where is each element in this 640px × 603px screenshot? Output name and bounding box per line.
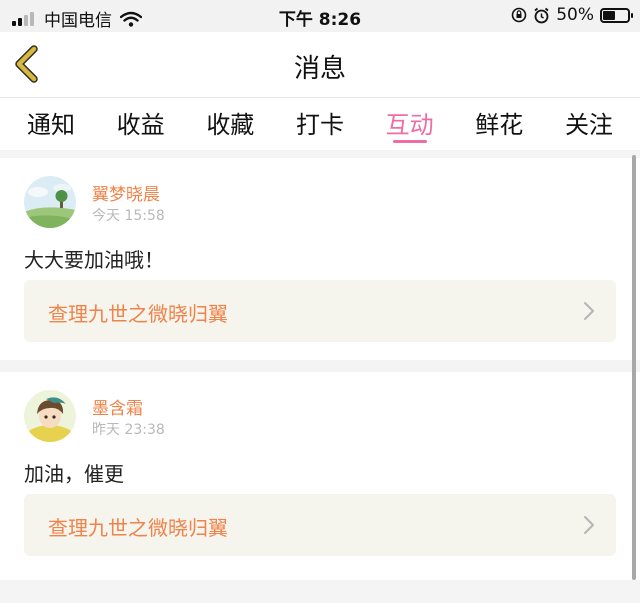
status-bar: 中国电信 下午 8:26 50% [0,0,640,32]
book-title: 查理九世之微晓归翼 [48,516,228,540]
tab-favorites[interactable]: 收藏 [195,98,265,150]
message-time: 今天 15:58 [92,208,165,224]
tab-flowers[interactable]: 鲜花 [464,98,534,150]
tab-interactions[interactable]: 互动 [375,98,445,150]
scrollbar[interactable] [632,155,636,580]
tab-following[interactable]: 关注 [554,98,624,150]
message-text: 加油，催更 [24,462,124,486]
username[interactable]: 翼梦晓晨 [92,180,160,205]
book-reference-link[interactable]: 查理九世之微晓归翼 [24,494,616,556]
book-reference-link[interactable]: 查理九世之微晓归翼 [24,280,616,342]
chevron-left-icon [15,45,38,83]
tab-checkin[interactable]: 打卡 [285,98,355,150]
message-card: 墨含霜 昨天 23:38 加油，催更 查理九世之微晓归翼 [0,372,640,580]
avatar[interactable] [24,176,76,228]
landscape-avatar-image [24,176,76,228]
message-list[interactable]: 翼梦晓晨 今天 15:58 大大要加油哦！ 查理九世之微晓归翼 墨含霜 昨天 2… [0,150,640,603]
back-button[interactable] [12,44,48,84]
battery-percent: 50% [556,5,594,25]
nav-header: 消息 [0,32,640,98]
book-title: 查理九世之微晓归翼 [48,302,228,326]
tab-notifications[interactable]: 通知 [16,98,86,150]
tab-bar: 通知 收益 收藏 打卡 互动 鲜花 关注 [0,98,640,150]
chevron-right-icon [584,302,594,320]
tab-earnings[interactable]: 收益 [106,98,176,150]
chevron-right-icon [584,516,594,534]
message-text: 大大要加油哦！ [24,248,164,272]
username[interactable]: 墨含霜 [92,394,143,419]
battery-icon [600,7,633,23]
avatar[interactable] [24,390,76,442]
character-avatar-image [24,390,76,442]
message-card: 翼梦晓晨 今天 15:58 大大要加油哦！ 查理九世之微晓归翼 [0,158,640,360]
alarm-icon [534,7,549,23]
page-title: 消息 [293,54,346,84]
message-time: 昨天 23:38 [92,422,165,438]
rotation-lock-icon [511,7,527,23]
status-right: 50% [511,5,633,25]
